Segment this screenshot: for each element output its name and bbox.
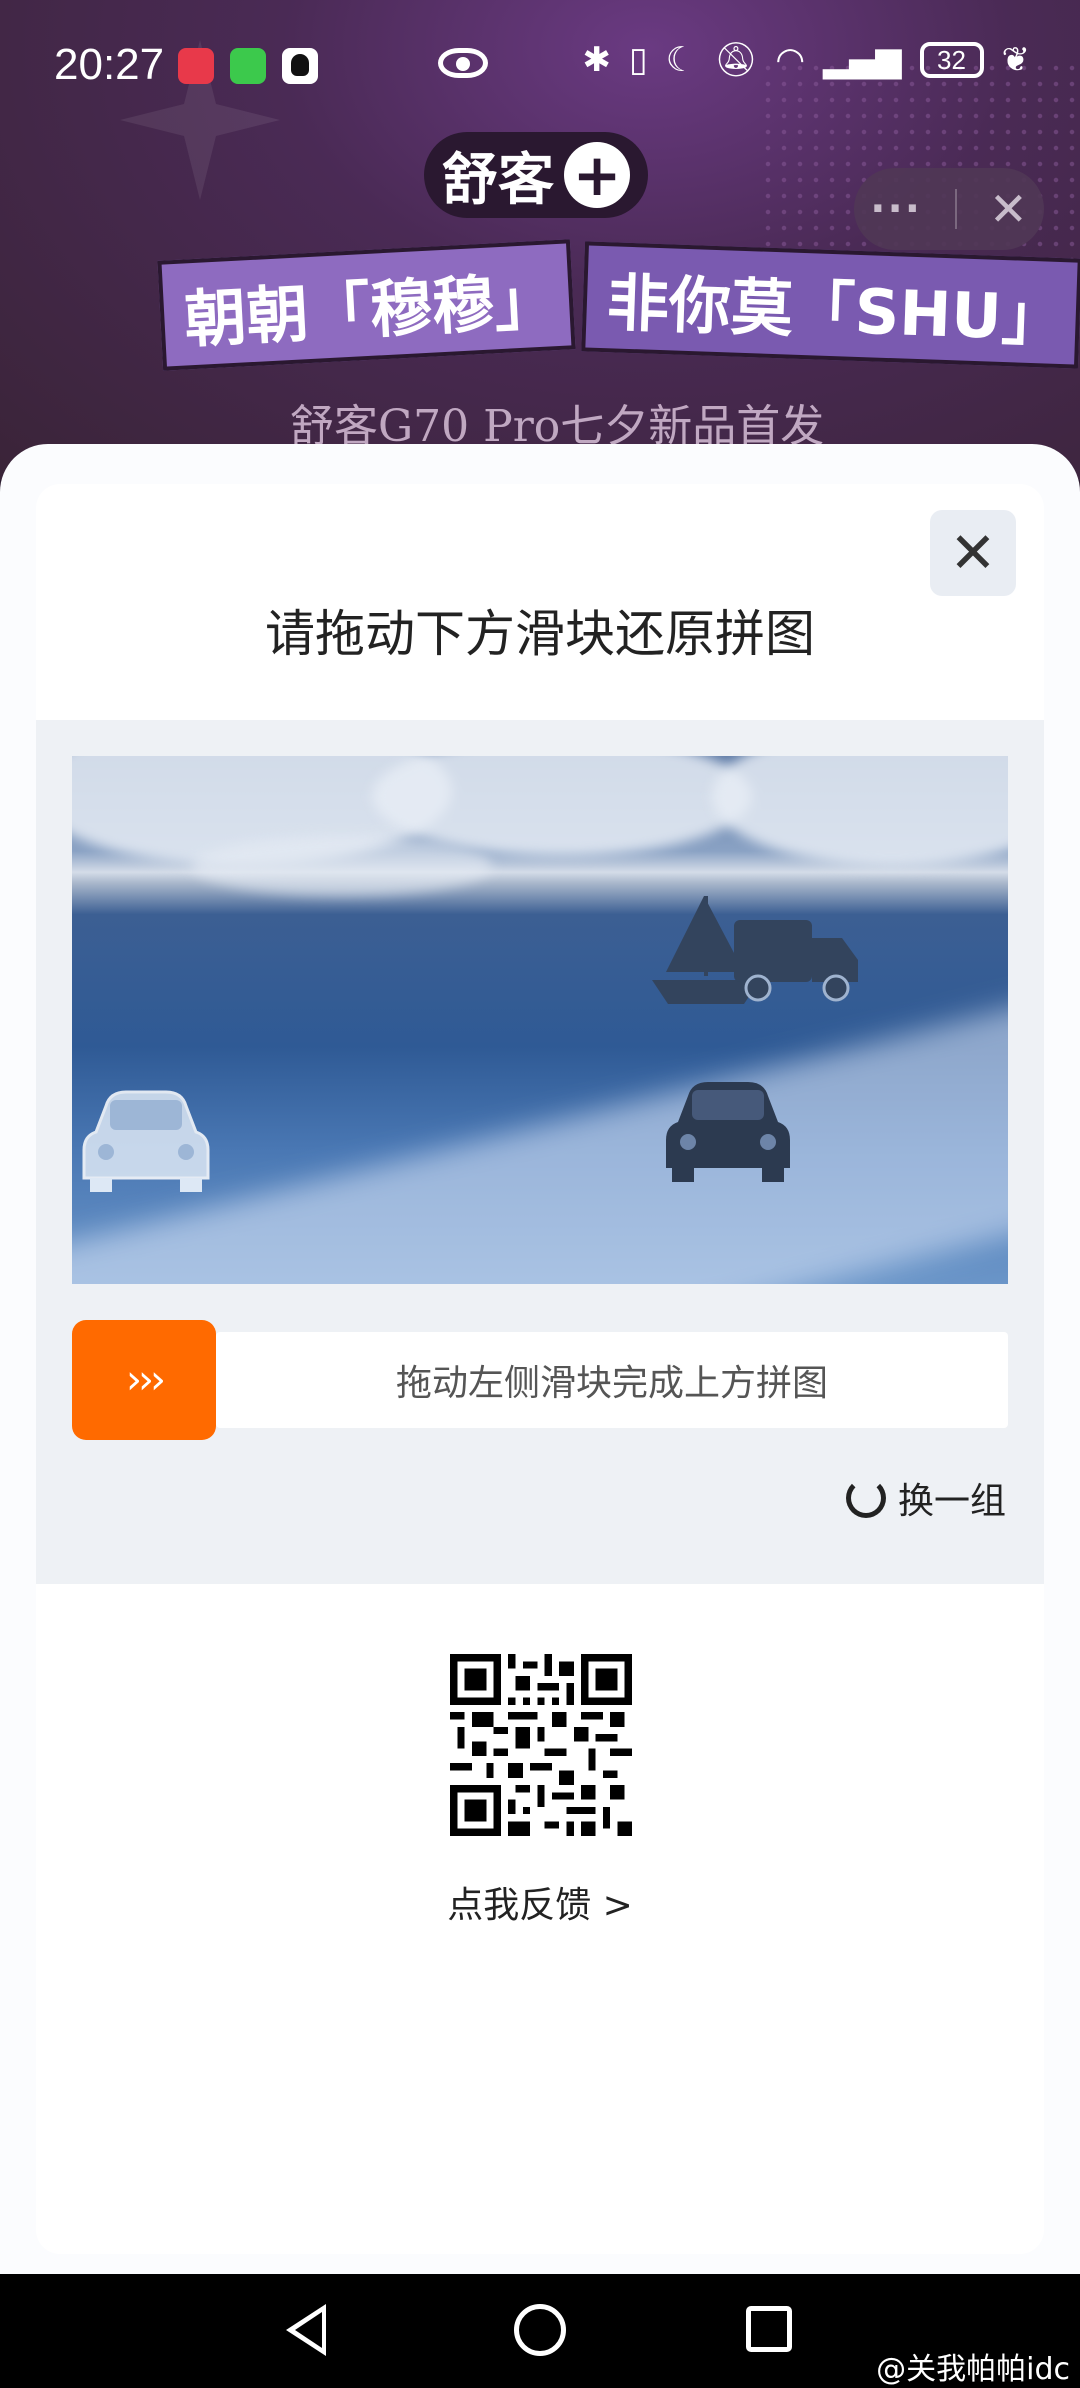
truck-silhouette-icon [734,920,858,1002]
cellular-signal-icon: ▂▄▆ [823,40,902,80]
slider-hint: 拖动左侧滑块完成上方拼图 [395,1363,828,1404]
slogan-right: 非你莫「SHU」 [581,241,1080,369]
brand-logo-text: 舒客 [442,147,554,213]
capsule-divider [954,189,957,229]
wake-foam [72,974,1008,1284]
vibrate-icon: ▯ [629,40,648,80]
refresh-button[interactable]: 换一组 [846,1472,1006,1524]
cloud-shape [712,756,1008,866]
watermark: @关我帕帕idc [876,2352,1070,2387]
feedback-link[interactable]: 点我反馈 > [0,1876,1080,1928]
qr-code [450,1654,632,1836]
recents-icon[interactable] [746,2306,792,2352]
battery-level: 32 [937,44,966,75]
captcha-title: 请拖动下方滑块还原拼图 [265,605,815,663]
qq-icon [282,48,318,84]
system-icons: ✱ ▯ ☾ 🔕︎ ◠ ▂▄▆ 32 ❦ [583,40,1031,80]
home-icon[interactable] [514,2304,566,2356]
slider-track: 拖动左侧滑块完成上方拼图 [216,1332,1008,1428]
bluetooth-icon: ✱ [582,40,612,80]
brand-logo-plus: + [564,142,630,208]
status-bar: 20:27 ✱ ▯ ☾ 🔕︎ ◠ ▂▄▆ 32 ❦ [0,0,1080,130]
status-time: 20:27 [54,40,165,89]
refresh-label: 换一组 [898,1481,1007,1522]
car-puzzle-slot-icon [666,1082,790,1182]
car-puzzle-piece-icon [82,1090,210,1192]
slider-handle[interactable]: ››› [72,1320,216,1440]
slogan-left: 朝朝「穆穆」 [157,239,576,371]
puzzle-image [72,756,1008,1284]
wechat-icon [230,48,266,84]
brand-logo: 舒客 + [424,132,648,218]
arrows-right-icon: ››› [126,1357,166,1403]
refresh-icon [846,1478,886,1518]
cloud-shape [192,836,492,896]
back-icon[interactable] [286,2304,326,2356]
eye-comfort-icon [438,48,488,78]
miniapp-capsule: ··· ✕ [854,168,1044,250]
miniapp-close-button[interactable]: ✕ [989,182,1028,236]
wifi-icon: ◠ [775,40,806,80]
huawei-store-icon [178,48,214,84]
captcha-close-button[interactable]: ✕ [930,510,1016,596]
leaf-icon: ❦ [1001,40,1031,80]
mute-bell-icon: 🔕︎ [714,40,758,80]
banner-slogan: 朝朝「穆穆」 非你莫「SHU」 [157,239,1080,371]
close-icon: ✕ [949,520,997,586]
more-button[interactable]: ··· [870,186,922,232]
battery-icon: 32 [919,42,984,78]
moon-icon: ☾ [665,40,697,80]
